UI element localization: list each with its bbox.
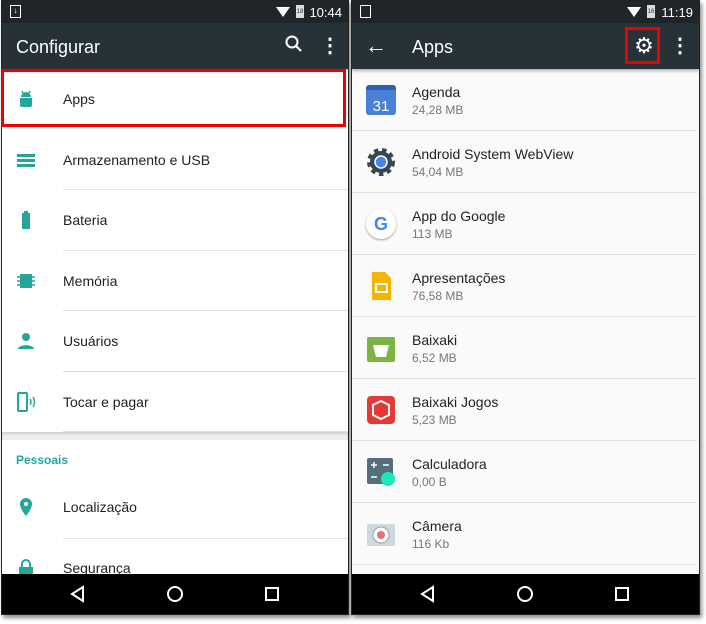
tap-pay-icon [17,391,36,412]
app-item[interactable]: Calculadora 0,00 B [352,441,697,503]
battery-status-icon: 18 [296,5,304,18]
app-item[interactable]: 31 Agenda 24,28 MB [352,69,697,131]
storage-icon [17,153,35,167]
status-bar: ↓ 18 10:44 [2,1,348,23]
page-title: Configurar [16,37,101,57]
app-item[interactable]: Câmera 116 Kb [352,503,697,565]
app-item[interactable]: Baixaki Jogos 5,23 MB [352,379,697,441]
app-item[interactable]: Apresentações 76,58 MB [352,255,697,317]
settings-item-location[interactable]: Localização [2,477,348,538]
battery-icon [22,211,30,229]
more-options-icon[interactable]: ⋮ [318,34,342,58]
slides-icon [372,272,391,300]
settings-item-storage[interactable]: Armazenamento e USB [2,130,348,190]
wifi-icon [627,7,641,17]
search-icon[interactable] [282,34,306,58]
back-nav-icon[interactable] [68,584,88,604]
navigation-bar [2,574,348,614]
app-item[interactable]: G App do Google 113 MB [352,193,697,255]
recents-nav-icon[interactable] [612,584,632,604]
apps-screen: 16 11:19 ← Apps ⚙ ⋮ 31 Agenda 24,28 MB And… [351,0,700,615]
back-nav-icon[interactable] [418,584,438,604]
location-icon [20,498,32,516]
status-bar: 16 11:19 [352,1,699,23]
calculator-icon [367,458,395,486]
wifi-icon [276,7,290,17]
page-title: Apps [412,37,454,57]
settings-list: Apps Armazenamento e USB Bateria Memória… [2,69,348,598]
clock: 10:44 [309,5,342,20]
home-nav-icon[interactable] [165,584,185,604]
back-arrow-icon[interactable]: ← [364,34,388,58]
baixaki-jogos-icon [367,396,395,424]
settings-item-battery[interactable]: Bateria [2,190,348,251]
image-notification-icon [360,5,371,18]
download-notification-icon: ↓ [10,5,21,18]
camera-icon [367,524,395,546]
settings-item-memory[interactable]: Memória [2,251,348,311]
recents-nav-icon[interactable] [262,584,282,604]
baixaki-icon [367,337,395,362]
gear-highlight-box [625,27,660,64]
app-item[interactable]: Baixaki 6,52 MB [352,317,697,379]
section-header: Pessoais [16,453,69,467]
section-divider [2,432,348,440]
battery-status-icon: 16 [647,5,655,18]
home-nav-icon[interactable] [515,584,535,604]
settings-item-tap-pay[interactable]: Tocar e pagar [2,372,348,432]
google-icon: G [366,209,396,239]
app-item[interactable]: Android System WebView 54,04 MB [352,131,697,193]
apps-highlight-box [1,69,346,127]
memory-icon [17,273,35,288]
webview-gear-icon [367,148,395,176]
apps-list: 31 Agenda 24,28 MB Android System WebView 5… [352,69,699,565]
clock: 11:19 [661,5,693,20]
calendar-icon: 31 [366,85,396,115]
navigation-bar [352,574,699,614]
settings-item-users[interactable]: Usuários [2,311,348,372]
person-icon [18,333,34,349]
more-options-icon[interactable]: ⋮ [668,34,692,58]
toolbar: Configurar ⋮ [2,23,348,69]
